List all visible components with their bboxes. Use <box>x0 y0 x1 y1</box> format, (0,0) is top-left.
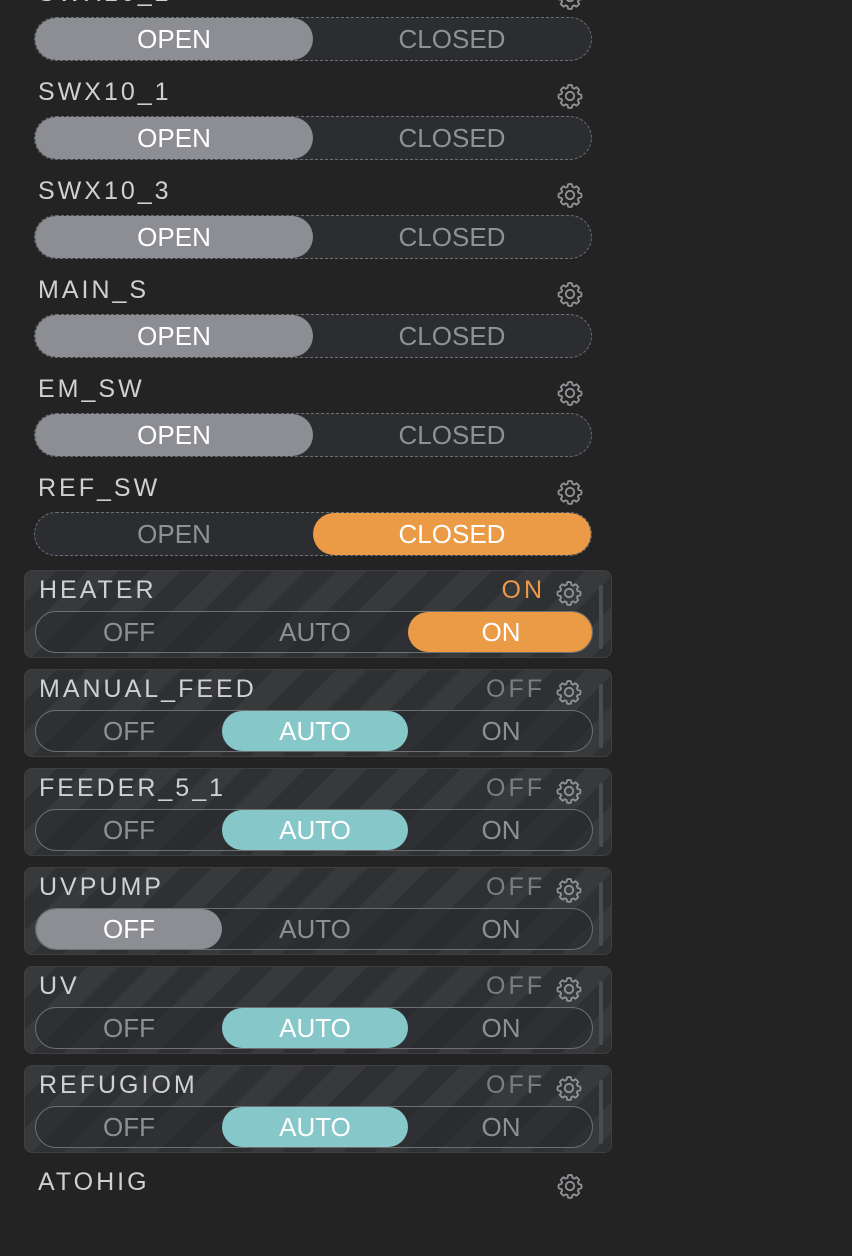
closed-option[interactable]: CLOSED <box>313 216 591 258</box>
outlet-panel-heater: HEATER ON OFF AUTO ON <box>24 570 612 658</box>
open-closed-toggle: OPEN CLOSED <box>34 215 592 259</box>
outlet-title: UV <box>39 972 80 1000</box>
closed-option[interactable]: CLOSED <box>313 117 591 159</box>
open-closed-toggle: OPEN CLOSED <box>34 314 592 358</box>
off-auto-on-toggle: OFF AUTO ON <box>35 710 593 752</box>
switch-row-swx10-3: SWX10_3 OPEN CLOSED <box>24 175 612 265</box>
off-auto-on-toggle: OFF AUTO ON <box>35 908 593 950</box>
switch-title: SWX10_3 <box>38 177 172 205</box>
on-option[interactable]: ON <box>408 1008 592 1048</box>
switch-title: SWX10_1 <box>38 78 172 106</box>
gear-icon[interactable] <box>556 478 584 506</box>
open-option[interactable]: OPEN <box>35 216 313 258</box>
on-option[interactable]: ON <box>408 711 592 751</box>
switch-title: EM_SW <box>38 375 145 403</box>
off-option[interactable]: OFF <box>36 612 222 652</box>
switch-row-main-s: MAIN_S OPEN CLOSED <box>24 274 612 364</box>
scroll-indicator <box>599 585 603 649</box>
outlet-panel-refugiom: REFUGIOM OFF OFF AUTO ON <box>24 1065 612 1153</box>
gear-icon[interactable] <box>555 678 583 706</box>
auto-option[interactable]: AUTO <box>222 909 408 949</box>
gear-icon[interactable] <box>556 379 584 407</box>
outlet-title: REFUGIOM <box>39 1071 198 1099</box>
open-option[interactable]: OPEN <box>35 18 313 60</box>
closed-option[interactable]: CLOSED <box>313 513 591 555</box>
switch-row-swx10-2: SWX10_2 OPEN CLOSED <box>24 0 612 67</box>
off-option[interactable]: OFF <box>36 1008 222 1048</box>
on-option[interactable]: ON <box>408 909 592 949</box>
outlet-title: UVPUMP <box>39 873 164 901</box>
closed-option[interactable]: CLOSED <box>313 414 591 456</box>
switch-title: MAIN_S <box>38 276 150 304</box>
auto-option[interactable]: AUTO <box>222 711 408 751</box>
off-auto-on-toggle: OFF AUTO ON <box>35 809 593 851</box>
open-closed-toggle: OPEN CLOSED <box>34 512 592 556</box>
open-option[interactable]: OPEN <box>35 414 313 456</box>
off-option[interactable]: OFF <box>36 1107 222 1147</box>
closed-option[interactable]: CLOSED <box>313 18 591 60</box>
on-option[interactable]: ON <box>408 612 592 652</box>
switch-row-atohig: ATOHIG <box>24 1166 612 1256</box>
open-closed-toggle: OPEN CLOSED <box>34 17 592 61</box>
gear-icon[interactable] <box>555 579 583 607</box>
gear-icon[interactable] <box>556 82 584 110</box>
auto-option[interactable]: AUTO <box>222 1107 408 1147</box>
outlet-status: OFF <box>486 873 545 901</box>
scroll-indicator <box>599 981 603 1045</box>
open-closed-toggle: OPEN CLOSED <box>34 116 592 160</box>
auto-option[interactable]: AUTO <box>222 1008 408 1048</box>
outlet-status: OFF <box>486 675 545 703</box>
switch-row-swx10-1: SWX10_1 OPEN CLOSED <box>24 76 612 166</box>
switch-row-em-sw: EM_SW OPEN CLOSED <box>24 373 612 463</box>
gear-icon[interactable] <box>555 1074 583 1102</box>
off-option[interactable]: OFF <box>36 711 222 751</box>
scroll-indicator <box>599 882 603 946</box>
gear-icon[interactable] <box>555 777 583 805</box>
outlet-panel-uv: UV OFF OFF AUTO ON <box>24 966 612 1054</box>
open-option[interactable]: OPEN <box>35 513 313 555</box>
outlet-title: FEEDER_5_1 <box>39 774 227 802</box>
closed-option[interactable]: CLOSED <box>313 315 591 357</box>
outlet-status: OFF <box>486 774 545 802</box>
scroll-indicator <box>599 783 603 847</box>
outlet-title: HEATER <box>39 576 157 604</box>
off-auto-on-toggle: OFF AUTO ON <box>35 1007 593 1049</box>
switch-title: SWX10_2 <box>38 0 172 8</box>
open-option[interactable]: OPEN <box>35 117 313 159</box>
scroll-indicator <box>599 684 603 748</box>
open-option[interactable]: OPEN <box>35 315 313 357</box>
on-option[interactable]: ON <box>408 810 592 850</box>
outlet-panel-manual-feed: MANUAL_FEED OFF OFF AUTO ON <box>24 669 612 757</box>
switch-title: ATOHIG <box>38 1168 150 1196</box>
gear-icon[interactable] <box>556 0 584 11</box>
gear-icon[interactable] <box>555 876 583 904</box>
off-option[interactable]: OFF <box>36 810 222 850</box>
gear-icon[interactable] <box>556 181 584 209</box>
off-auto-on-toggle: OFF AUTO ON <box>35 1106 593 1148</box>
auto-option[interactable]: AUTO <box>222 612 408 652</box>
gear-icon[interactable] <box>555 975 583 1003</box>
outlet-status: OFF <box>486 1071 545 1099</box>
scroll-indicator <box>599 1080 603 1144</box>
gear-icon[interactable] <box>556 1172 584 1200</box>
switch-title: REF_SW <box>38 474 161 502</box>
switch-row-ref-sw: REF_SW OPEN CLOSED <box>24 472 612 562</box>
outlet-title: MANUAL_FEED <box>39 675 257 703</box>
outlet-status: OFF <box>486 972 545 1000</box>
on-option[interactable]: ON <box>408 1107 592 1147</box>
outlet-panel-uvpump: UVPUMP OFF OFF AUTO ON <box>24 867 612 955</box>
off-auto-on-toggle: OFF AUTO ON <box>35 611 593 653</box>
outlet-panel-feeder-5-1: FEEDER_5_1 OFF OFF AUTO ON <box>24 768 612 856</box>
gear-icon[interactable] <box>556 280 584 308</box>
open-closed-toggle: OPEN CLOSED <box>34 413 592 457</box>
off-option[interactable]: OFF <box>36 909 222 949</box>
outlet-status: ON <box>501 576 545 604</box>
auto-option[interactable]: AUTO <box>222 810 408 850</box>
